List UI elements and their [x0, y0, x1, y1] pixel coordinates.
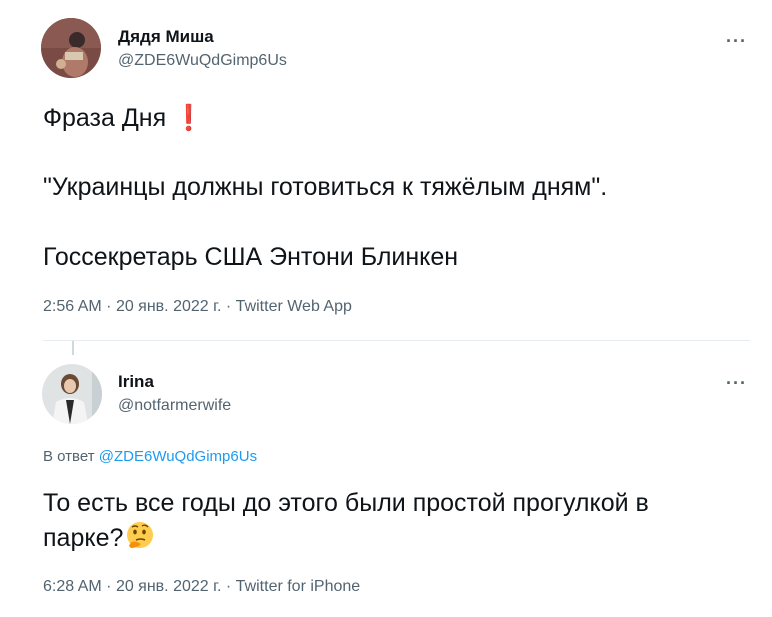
tweet-meta: 2:56 AM · 20 янв. 2022 г. · Twitter Web … — [43, 298, 352, 316]
replying-to-label: В ответ — [43, 448, 95, 465]
author-handle-irina[interactable]: @notfarmerwife — [118, 397, 231, 415]
meta-separator: · — [106, 578, 112, 595]
reply-text-line-2: парке? — [43, 520, 155, 559]
avatar-irina[interactable] — [42, 364, 102, 424]
tweet-text-quote: "Украинцы должны готовиться к тяжёлым дн… — [43, 173, 608, 201]
tweet-main: Дядя Миша @ZDE6WuQdGimp6Us ··· Фраза Дня… — [0, 0, 772, 340]
tweet-text-attribution: Госсекретарь США Энтони Блинкен — [43, 243, 459, 271]
thinking-face-icon — [125, 520, 155, 559]
tweet-reply — [0, 341, 772, 617]
meta-separator: · — [106, 298, 112, 315]
tweet-source[interactable]: Twitter Web App — [236, 298, 352, 315]
author-name[interactable]: Дядя Миша — [118, 27, 214, 47]
tweet-date[interactable]: 20 янв. 2022 г. — [116, 298, 222, 315]
reply-time[interactable]: 6:28 AM — [43, 578, 102, 595]
more-options-icon[interactable]: ··· — [726, 374, 747, 392]
meta-separator: · — [225, 578, 232, 595]
reply-date[interactable]: 20 янв. 2022 г. — [116, 578, 222, 595]
tweet-text-line-1: Фраза Дня ❗ — [43, 101, 204, 135]
replying-to: В ответ @ZDE6WuQdGimp6Us — [43, 448, 257, 465]
reply-meta: 6:28 AM · 20 янв. 2022 г. · Twitter for … — [43, 578, 360, 596]
reply-text-line-1: То есть все годы до этого были простой п… — [43, 489, 649, 517]
reply-source[interactable]: Twitter for iPhone — [236, 578, 361, 595]
tweet-time[interactable]: 2:56 AM — [43, 298, 102, 315]
author-handle[interactable]: @ZDE6WuQdGimp6Us — [118, 52, 287, 70]
meta-separator: · — [225, 298, 232, 315]
exclamation-icon: ❗ — [173, 104, 205, 132]
tweet-text-phrase: Фраза Дня — [43, 104, 167, 132]
replying-to-mention[interactable]: @ZDE6WuQdGimp6Us — [99, 448, 257, 465]
author-name-irina[interactable]: Irina — [118, 372, 154, 392]
reply-text-end: парке? — [43, 524, 124, 553]
avatar-dyadya-misha[interactable] — [41, 18, 101, 78]
more-options-icon[interactable]: ··· — [726, 32, 747, 50]
